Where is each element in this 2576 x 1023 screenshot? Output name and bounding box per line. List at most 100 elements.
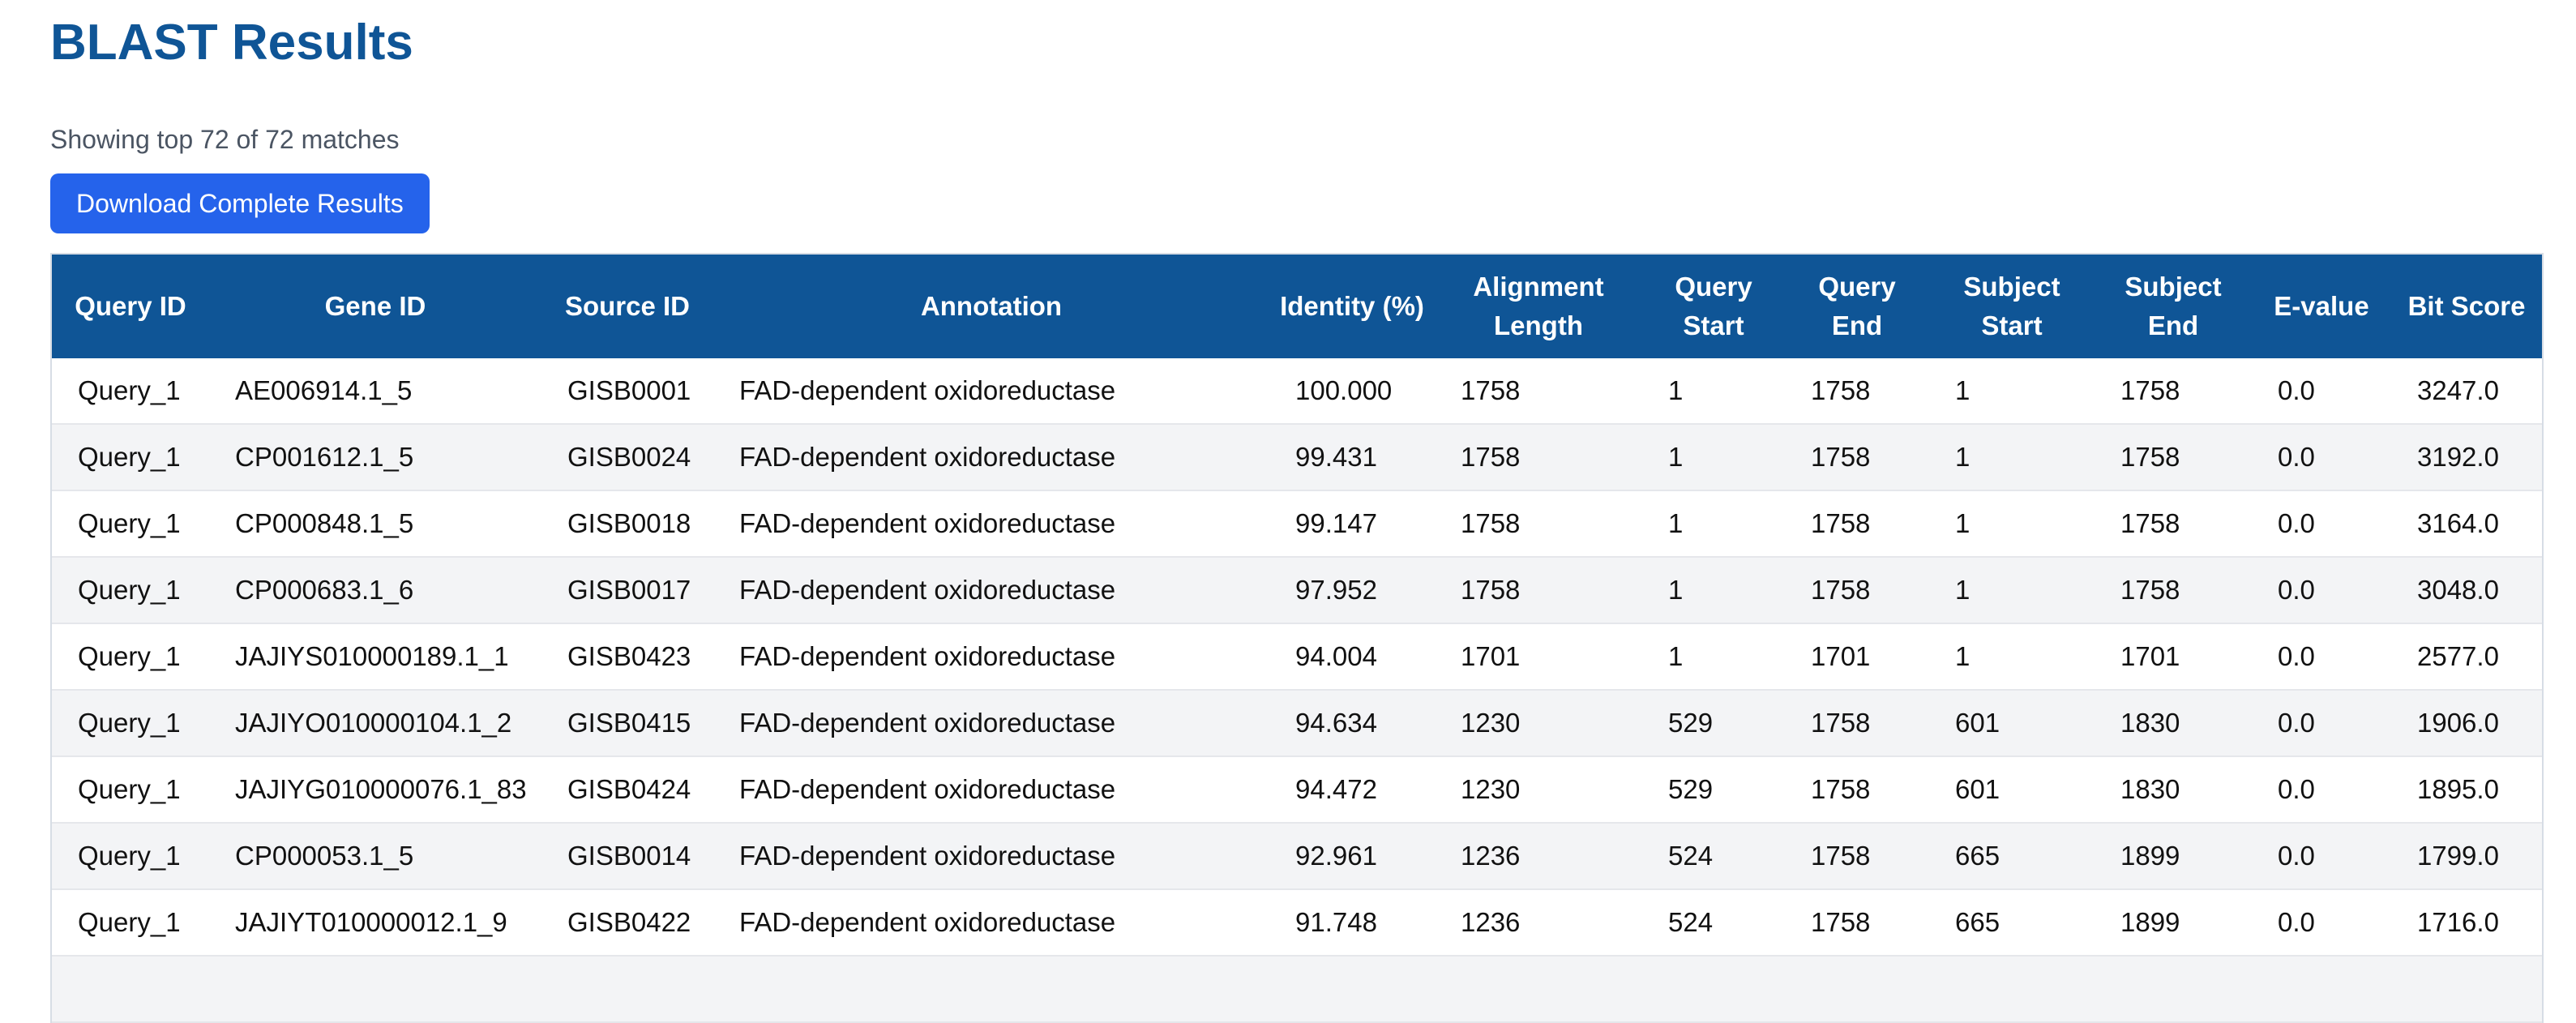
cell-bit-score	[2391, 956, 2542, 1023]
page-title: BLAST Results	[50, 15, 413, 71]
cell-source-id: GISB0024	[541, 424, 713, 491]
cell-query-end: 1758	[1785, 557, 1929, 624]
cell-gene-id: AE006914.1_5	[209, 358, 541, 425]
cell-identity: 94.634	[1269, 690, 1435, 757]
table-row[interactable]: Query_1 JAJIYT010000012.1_9 GISB0422 FAD-de…	[52, 889, 2542, 957]
cell-source-id: GISB0423	[541, 623, 713, 691]
cell-gene-id: CP000683.1_6	[209, 557, 541, 624]
cell-subject-end: 1758	[2095, 490, 2252, 558]
cell-source-id: GISB0422	[541, 889, 713, 957]
cell-identity: 91.748	[1269, 889, 1435, 957]
table-row[interactable]: Query_1 JAJIYG010000076.1_83 GISB0424 FAD-d…	[52, 756, 2542, 824]
cell-annotation: FAD-dependent oxidoreductase	[713, 756, 1269, 824]
cell-evalue: 0.0	[2252, 490, 2391, 558]
cell-query-end: 1758	[1785, 756, 1929, 824]
cell-gene-id: JAJIYG010000076.1_83	[209, 756, 541, 824]
cell-query-start: 1	[1642, 358, 1785, 425]
cell-subject-start: 1	[1929, 557, 2095, 624]
cell-identity: 92.961	[1269, 823, 1435, 890]
cell-gene-id: JAJIYS010000189.1_1	[209, 623, 541, 691]
cell-gene-id: CP000053.1_5	[209, 823, 541, 890]
cell-subject-start: 601	[1929, 756, 2095, 824]
cell-source-id: GISB0017	[541, 557, 713, 624]
cell-query-start: 1	[1642, 490, 1785, 558]
table-row[interactable]: Query_1 CP000683.1_6 GISB0017 FAD-dependent…	[52, 557, 2542, 624]
cell-annotation: FAD-dependent oxidoreductase	[713, 490, 1269, 558]
cell-evalue: 0.0	[2252, 424, 2391, 491]
cell-annotation: FAD-dependent oxidoreductase	[713, 557, 1269, 624]
table-row[interactable]: Query_1 JAJIYS010000189.1_1 GISB0423 FAD-de…	[52, 623, 2542, 691]
cell-identity: 99.147	[1269, 490, 1435, 558]
cell-query-end: 1758	[1785, 424, 1929, 491]
cell-query-id: Query_1	[52, 889, 209, 957]
cell-source-id	[541, 956, 713, 1023]
cell-query-start: 529	[1642, 690, 1785, 757]
cell-query-start	[1642, 956, 1785, 1023]
column-header-identity[interactable]: Identity (%)	[1269, 255, 1435, 358]
table-row[interactable]: Query_1 CP001612.1_5 GISB0024 FAD-dependent…	[52, 424, 2542, 491]
cell-subject-start: 665	[1929, 823, 2095, 890]
download-results-button[interactable]: Download Complete Results	[50, 173, 430, 233]
cell-query-id: Query_1	[52, 490, 209, 558]
cell-bit-score: 1906.0	[2391, 690, 2542, 757]
table-row[interactable]: Query_1 CP000053.1_5 GISB0014 FAD-dependent…	[52, 823, 2542, 890]
cell-subject-end: 1758	[2095, 557, 2252, 624]
cell-identity: 94.004	[1269, 623, 1435, 691]
cell-alignment-length: 1236	[1435, 889, 1642, 957]
column-header-alignment-length[interactable]: Alignment Length	[1435, 255, 1642, 358]
cell-query-start: 524	[1642, 889, 1785, 957]
column-header-subject-end[interactable]: Subject End	[2095, 255, 2252, 358]
cell-subject-end: 1830	[2095, 690, 2252, 757]
cell-subject-start	[1929, 956, 2095, 1023]
column-header-query-start[interactable]: Query Start	[1642, 255, 1785, 358]
cell-subject-start: 665	[1929, 889, 2095, 957]
cell-annotation: FAD-dependent oxidoreductase	[713, 424, 1269, 491]
cell-subject-start: 1	[1929, 490, 2095, 558]
table-body: Query_1 AE006914.1_5 GISB0001 FAD-dependent…	[52, 358, 2542, 1023]
cell-annotation	[713, 956, 1269, 1023]
cell-source-id: GISB0424	[541, 756, 713, 824]
table-row[interactable]: Query_1 JAJIYO010000104.1_2 GISB0415 FAD-de…	[52, 690, 2542, 757]
cell-alignment-length: 1230	[1435, 756, 1642, 824]
table-header: Query ID Gene ID Source ID Annotation Id…	[52, 255, 2542, 358]
column-header-source-id[interactable]: Source ID	[541, 255, 713, 358]
table-row[interactable]	[52, 956, 2542, 1023]
cell-alignment-length: 1236	[1435, 823, 1642, 890]
cell-query-id: Query_1	[52, 557, 209, 624]
cell-alignment-length: 1758	[1435, 557, 1642, 624]
cell-alignment-length: 1758	[1435, 490, 1642, 558]
cell-annotation: FAD-dependent oxidoreductase	[713, 690, 1269, 757]
cell-subject-end: 1701	[2095, 623, 2252, 691]
cell-subject-start: 1	[1929, 623, 2095, 691]
cell-bit-score: 3247.0	[2391, 358, 2542, 425]
column-header-annotation[interactable]: Annotation	[713, 255, 1269, 358]
cell-query-id: Query_1	[52, 823, 209, 890]
cell-query-id: Query_1	[52, 358, 209, 425]
cell-gene-id: JAJIYO010000104.1_2	[209, 690, 541, 757]
table-row[interactable]: Query_1 CP000848.1_5 GISB0018 FAD-dependent…	[52, 490, 2542, 558]
cell-source-id: GISB0001	[541, 358, 713, 425]
cell-subject-end: 1899	[2095, 823, 2252, 890]
results-table: Query ID Gene ID Source ID Annotation Id…	[52, 255, 2542, 1023]
column-header-gene-id[interactable]: Gene ID	[209, 255, 541, 358]
cell-query-end: 1758	[1785, 889, 1929, 957]
cell-gene-id: JAJIYT010000012.1_9	[209, 889, 541, 957]
column-header-evalue[interactable]: E-value	[2252, 255, 2391, 358]
cell-query-start: 529	[1642, 756, 1785, 824]
column-header-query-id[interactable]: Query ID	[52, 255, 209, 358]
cell-query-id: Query_1	[52, 690, 209, 757]
cell-query-end: 1758	[1785, 358, 1929, 425]
results-summary: Showing top 72 of 72 matches	[50, 125, 400, 154]
column-header-subject-start[interactable]: Subject Start	[1929, 255, 2095, 358]
column-header-bit-score[interactable]: Bit Score	[2391, 255, 2542, 358]
cell-subject-start: 601	[1929, 690, 2095, 757]
cell-query-id: Query_1	[52, 623, 209, 691]
cell-annotation: FAD-dependent oxidoreductase	[713, 889, 1269, 957]
cell-subject-end: 1758	[2095, 358, 2252, 425]
column-header-query-end[interactable]: Query End	[1785, 255, 1929, 358]
cell-evalue: 0.0	[2252, 889, 2391, 957]
table-row[interactable]: Query_1 AE006914.1_5 GISB0001 FAD-dependent…	[52, 358, 2542, 425]
cell-evalue: 0.0	[2252, 756, 2391, 824]
cell-query-end: 1758	[1785, 690, 1929, 757]
cell-bit-score: 1799.0	[2391, 823, 2542, 890]
